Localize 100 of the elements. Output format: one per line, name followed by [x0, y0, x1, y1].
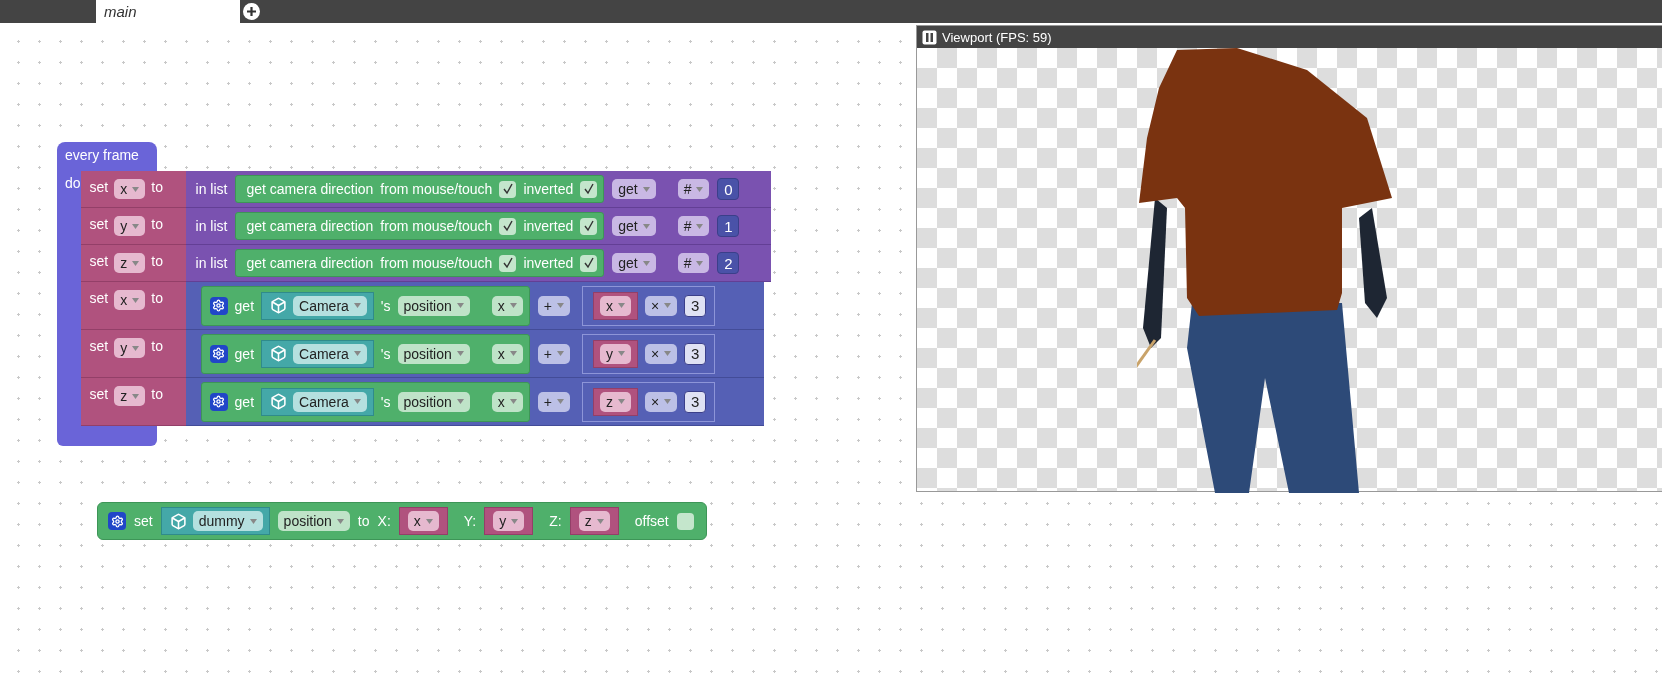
variable-dropdown[interactable]: z — [600, 391, 631, 412]
block-label: 's — [380, 345, 391, 362]
checkbox[interactable] — [676, 512, 694, 530]
caret-icon — [249, 518, 257, 524]
variable-dropdown[interactable]: z — [114, 253, 146, 273]
property-dropdown[interactable]: position — [397, 295, 470, 316]
checkbox[interactable] — [499, 180, 517, 198]
caret-icon — [425, 518, 433, 524]
mode-dropdown[interactable]: get — [612, 179, 656, 199]
settings-icon — [209, 296, 228, 315]
number-field[interactable]: 0 — [717, 178, 740, 200]
checkbox[interactable] — [580, 254, 598, 272]
object-dropdown[interactable]: Camera — [293, 391, 367, 412]
axis-dropdown[interactable]: x — [491, 391, 523, 412]
block-label: in list — [195, 255, 228, 271]
checkbox[interactable] — [499, 217, 517, 235]
caret-icon — [456, 399, 464, 404]
caret-icon — [618, 399, 625, 404]
index-mode-dropdown[interactable]: # — [677, 179, 710, 199]
caret-icon — [509, 303, 517, 308]
block-label: do — [65, 175, 81, 191]
check-icon — [501, 257, 514, 269]
caret-icon — [618, 351, 625, 356]
block-label: in list — [195, 181, 228, 197]
add-tab-button[interactable] — [240, 0, 262, 23]
viewport-title: Viewport (FPS: 59) — [942, 29, 1052, 45]
caret-icon — [557, 351, 564, 356]
index-mode-dropdown[interactable]: # — [677, 216, 710, 236]
operator-dropdown[interactable]: × — [645, 391, 678, 412]
block-label: get — [234, 345, 255, 362]
check-icon — [582, 183, 595, 195]
number-field[interactable]: 3 — [684, 390, 707, 413]
object-dropdown[interactable]: Camera — [293, 343, 367, 364]
number-field[interactable]: 2 — [717, 252, 740, 274]
variable-dropdown[interactable]: y — [493, 511, 525, 531]
property-dropdown[interactable]: position — [397, 343, 470, 364]
mode-dropdown[interactable]: get — [612, 253, 656, 273]
operator-dropdown[interactable]: + — [537, 295, 570, 316]
property-dropdown[interactable]: position — [397, 391, 470, 412]
cube-icon — [270, 345, 288, 362]
caret-icon — [696, 260, 704, 266]
index-mode-dropdown[interactable]: # — [677, 253, 710, 273]
block-label: inverted — [523, 181, 574, 197]
block-label: set — [89, 386, 109, 402]
block-label: to — [151, 216, 163, 232]
checkbox[interactable] — [580, 180, 598, 198]
caret-icon — [618, 303, 625, 308]
variable-dropdown[interactable]: x — [600, 295, 631, 316]
variable-dropdown[interactable]: y — [114, 216, 146, 236]
property-dropdown[interactable]: position — [277, 511, 350, 531]
variable-dropdown[interactable]: x — [114, 179, 146, 199]
block-label: inverted — [523, 218, 574, 234]
block-label: to — [151, 386, 163, 402]
variable-dropdown[interactable]: y — [600, 343, 631, 364]
caret-icon — [132, 297, 140, 303]
variable-dropdown[interactable]: x — [114, 290, 146, 310]
axis-dropdown[interactable]: x — [491, 295, 523, 316]
block-label: set — [89, 179, 109, 195]
variable-dropdown[interactable]: z — [114, 386, 146, 406]
block-label: get camera direction — [246, 255, 374, 271]
block-label: set — [89, 253, 109, 269]
operator-dropdown[interactable]: + — [537, 391, 570, 412]
checkbox[interactable] — [499, 254, 517, 272]
caret-icon — [132, 260, 140, 266]
caret-icon — [664, 351, 672, 356]
block-label: to — [151, 290, 163, 306]
block-label: to — [357, 513, 370, 529]
caret-icon — [132, 345, 140, 351]
block-label: get camera direction — [246, 218, 374, 234]
block-label: 's — [380, 393, 391, 410]
caret-icon — [353, 351, 361, 356]
number-field[interactable]: 3 — [684, 342, 707, 365]
caret-icon — [696, 223, 704, 229]
checkbox[interactable] — [580, 217, 598, 235]
operator-dropdown[interactable]: × — [645, 343, 678, 364]
operator-dropdown[interactable]: × — [645, 295, 678, 316]
tab[interactable]: main — [96, 0, 240, 23]
pause-icon[interactable] — [922, 29, 937, 45]
number-field[interactable]: 1 — [717, 215, 740, 237]
block-label: in list — [195, 218, 228, 234]
block-label: to — [151, 253, 163, 269]
object-dropdown[interactable]: dummy — [192, 511, 263, 531]
plus-icon — [243, 3, 260, 20]
axis-dropdown[interactable]: x — [491, 343, 523, 364]
block-label: Z: — [549, 513, 562, 529]
caret-icon — [664, 399, 672, 404]
variable-dropdown[interactable]: z — [578, 511, 610, 531]
variable-dropdown[interactable]: x — [407, 511, 439, 531]
block-label: every frame — [65, 147, 139, 163]
caret-icon — [132, 223, 140, 229]
mode-dropdown[interactable]: get — [612, 216, 656, 236]
block-label: from mouse/touch — [380, 255, 493, 271]
block-label: set — [89, 338, 109, 354]
object-dropdown[interactable]: Camera — [293, 295, 367, 316]
number-field[interactable]: 3 — [684, 294, 707, 317]
caret-icon — [557, 399, 564, 404]
variable-dropdown[interactable]: y — [114, 338, 146, 358]
caret-icon — [642, 223, 650, 229]
operator-dropdown[interactable]: + — [537, 343, 570, 364]
caret-icon — [456, 351, 464, 356]
